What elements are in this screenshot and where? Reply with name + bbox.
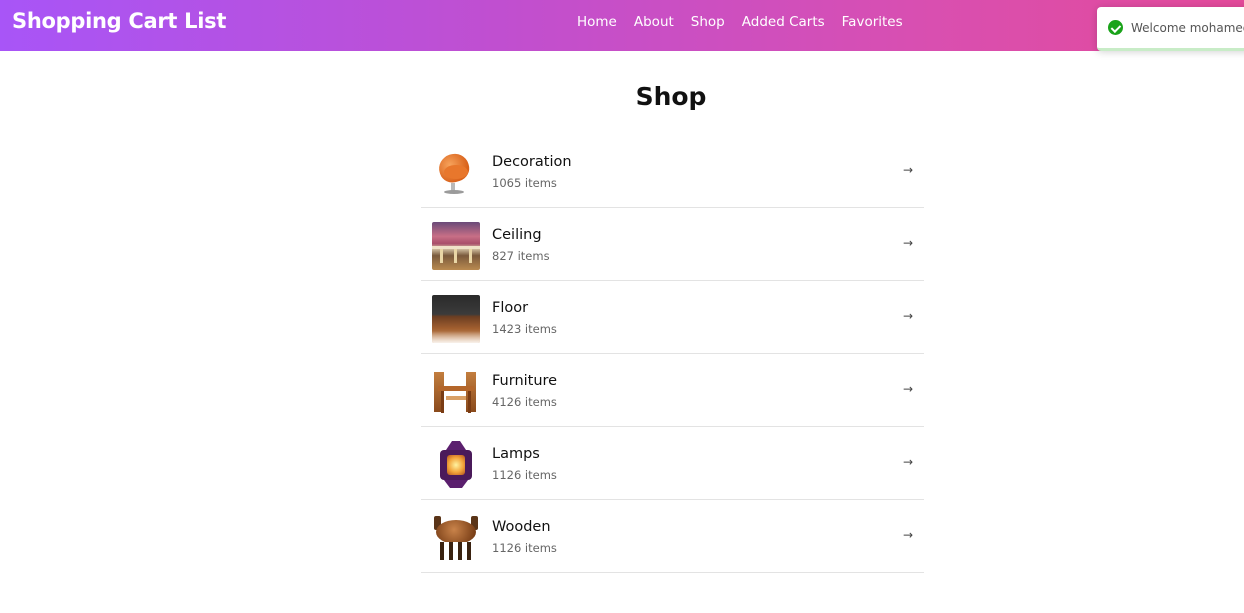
welcome-toast[interactable]: Welcome mohamed@: [1097, 7, 1244, 51]
brand-title[interactable]: Shopping Cart List: [12, 9, 226, 33]
ceiling-image: [432, 222, 480, 270]
nav-link-favorites[interactable]: Favorites: [842, 14, 903, 30]
category-list: Decoration 1065 items → Ceiling 827 item…: [421, 135, 924, 573]
arrow-right-icon: →: [902, 455, 913, 469]
category-row-wooden[interactable]: Wooden 1126 items →: [421, 500, 924, 573]
category-name: Lamps: [492, 446, 540, 462]
category-row-lamps[interactable]: Lamps 1126 items →: [421, 427, 924, 500]
category-row-ceiling[interactable]: Ceiling 827 items →: [421, 208, 924, 281]
page-title: Shop: [635, 82, 707, 111]
category-name: Wooden: [492, 519, 551, 535]
check-circle-icon: [1108, 20, 1123, 35]
category-row-floor[interactable]: Floor 1423 items →: [421, 281, 924, 354]
wooden-table-image: [432, 514, 480, 562]
category-name: Furniture: [492, 373, 558, 389]
category-row-furniture[interactable]: Furniture 4126 items →: [421, 354, 924, 427]
top-navbar: Shopping Cart List Home About Shop Added…: [0, 0, 1244, 51]
arrow-right-icon: →: [902, 163, 913, 177]
arrow-right-icon: →: [902, 528, 913, 542]
category-count: 1065 items: [492, 176, 557, 190]
category-name: Decoration: [492, 154, 572, 170]
dining-set-image: [432, 368, 480, 416]
nav-link-home[interactable]: Home: [577, 14, 617, 30]
lantern-image: [432, 441, 480, 489]
nav-link-shop[interactable]: Shop: [691, 14, 725, 30]
category-count: 1126 items: [492, 468, 557, 482]
category-count: 4126 items: [492, 395, 557, 409]
category-name: Floor: [492, 300, 529, 316]
floor-image: [432, 295, 480, 343]
arrow-right-icon: →: [902, 382, 913, 396]
nav-link-about[interactable]: About: [634, 14, 674, 30]
arrow-right-icon: →: [902, 236, 913, 250]
arrow-right-icon: →: [902, 309, 913, 323]
category-count: 827 items: [492, 249, 550, 263]
category-count: 1423 items: [492, 322, 557, 336]
category-count: 1126 items: [492, 541, 557, 555]
nav-link-added-carts[interactable]: Added Carts: [742, 14, 825, 30]
category-name: Ceiling: [492, 227, 542, 243]
armchair-image: [432, 149, 480, 197]
toast-message: Welcome mohamed@: [1131, 20, 1244, 35]
category-row-decoration[interactable]: Decoration 1065 items →: [421, 135, 924, 208]
nav-links: Home About Shop Added Carts Favorites: [577, 14, 920, 30]
